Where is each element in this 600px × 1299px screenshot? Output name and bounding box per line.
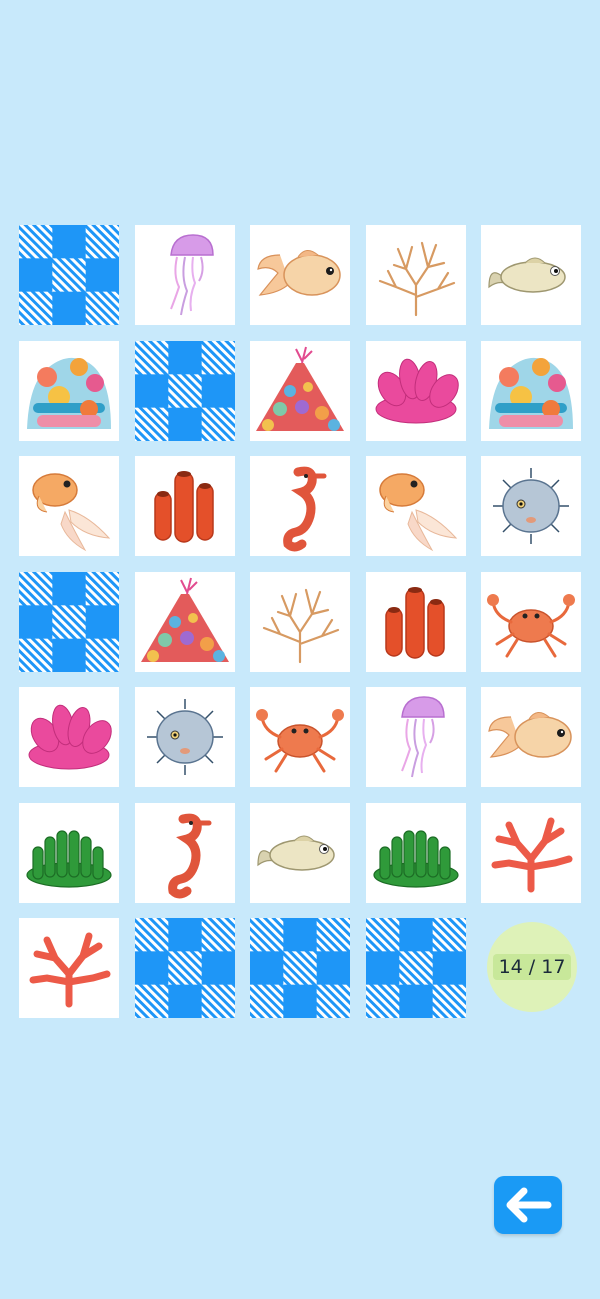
green-seaweed-icon bbox=[26, 830, 112, 888]
card-pufferfish[interactable] bbox=[135, 687, 235, 787]
card-pink-anemone[interactable] bbox=[366, 341, 466, 441]
game-board bbox=[0, 0, 600, 1299]
card-green-seaweed[interactable] bbox=[19, 803, 119, 903]
card-hidden[interactable] bbox=[135, 341, 235, 441]
red-coral-icon bbox=[491, 817, 573, 893]
card-seahorse[interactable] bbox=[250, 456, 350, 556]
fantail-goldfish-icon bbox=[32, 473, 111, 552]
seahorse-icon bbox=[283, 466, 327, 552]
reef-icon bbox=[489, 357, 573, 429]
goldfish-icon bbox=[257, 250, 341, 296]
coral-mound-icon bbox=[256, 346, 344, 431]
match-counter-label: 14 / 17 bbox=[492, 954, 572, 980]
red-coral-icon bbox=[29, 932, 111, 1008]
green-seaweed-icon bbox=[373, 830, 459, 888]
tube-sponge-icon bbox=[385, 587, 445, 659]
card-reef[interactable] bbox=[19, 341, 119, 441]
card-fantail-goldfish[interactable] bbox=[19, 456, 119, 556]
card-coral-mound[interactable] bbox=[250, 341, 350, 441]
arrow-left-icon bbox=[506, 1187, 552, 1223]
card-branch-coral[interactable] bbox=[366, 225, 466, 325]
card-pale-fish[interactable] bbox=[250, 803, 350, 903]
branch-coral-icon bbox=[378, 241, 456, 317]
pufferfish-icon bbox=[147, 699, 223, 775]
card-jellyfish[interactable] bbox=[366, 687, 466, 787]
card-reef[interactable] bbox=[481, 341, 581, 441]
card-coral-mound[interactable] bbox=[135, 572, 235, 672]
card-pale-fish[interactable] bbox=[481, 225, 581, 325]
goldfish-icon bbox=[488, 712, 572, 758]
card-red-coral[interactable] bbox=[19, 918, 119, 1018]
card-hidden[interactable] bbox=[366, 918, 466, 1018]
pufferfish-icon bbox=[493, 468, 569, 544]
card-hidden[interactable] bbox=[250, 918, 350, 1018]
card-branch-coral[interactable] bbox=[250, 572, 350, 672]
card-jellyfish[interactable] bbox=[135, 225, 235, 325]
coral-mound-icon bbox=[141, 577, 229, 662]
pink-anemone-icon bbox=[28, 704, 112, 770]
card-fantail-goldfish[interactable] bbox=[366, 456, 466, 556]
pink-anemone-icon bbox=[375, 358, 459, 424]
card-pink-anemone[interactable] bbox=[19, 687, 119, 787]
card-green-seaweed[interactable] bbox=[366, 803, 466, 903]
match-counter: 14 / 17 bbox=[487, 922, 577, 1012]
card-hidden[interactable] bbox=[135, 918, 235, 1018]
seahorse-icon bbox=[168, 813, 212, 899]
crab-icon bbox=[487, 594, 575, 658]
card-seahorse[interactable] bbox=[135, 803, 235, 903]
pale-fish-icon bbox=[488, 257, 566, 293]
back-button[interactable] bbox=[494, 1176, 562, 1234]
crab-icon bbox=[256, 709, 344, 773]
card-hidden[interactable] bbox=[19, 572, 119, 672]
card-goldfish[interactable] bbox=[481, 687, 581, 787]
pale-fish-icon bbox=[257, 835, 335, 871]
card-hidden[interactable] bbox=[19, 225, 119, 325]
card-crab[interactable] bbox=[250, 687, 350, 787]
jellyfish-icon bbox=[401, 696, 445, 778]
reef-icon bbox=[27, 357, 111, 429]
tube-sponge-icon bbox=[154, 471, 214, 543]
jellyfish-icon bbox=[170, 234, 214, 316]
card-tube-sponge[interactable] bbox=[366, 572, 466, 672]
card-goldfish[interactable] bbox=[250, 225, 350, 325]
branch-coral-icon bbox=[262, 588, 340, 664]
card-red-coral[interactable] bbox=[481, 803, 581, 903]
card-pufferfish[interactable] bbox=[481, 456, 581, 556]
card-crab[interactable] bbox=[481, 572, 581, 672]
card-tube-sponge[interactable] bbox=[135, 456, 235, 556]
fantail-goldfish-icon bbox=[379, 473, 458, 552]
